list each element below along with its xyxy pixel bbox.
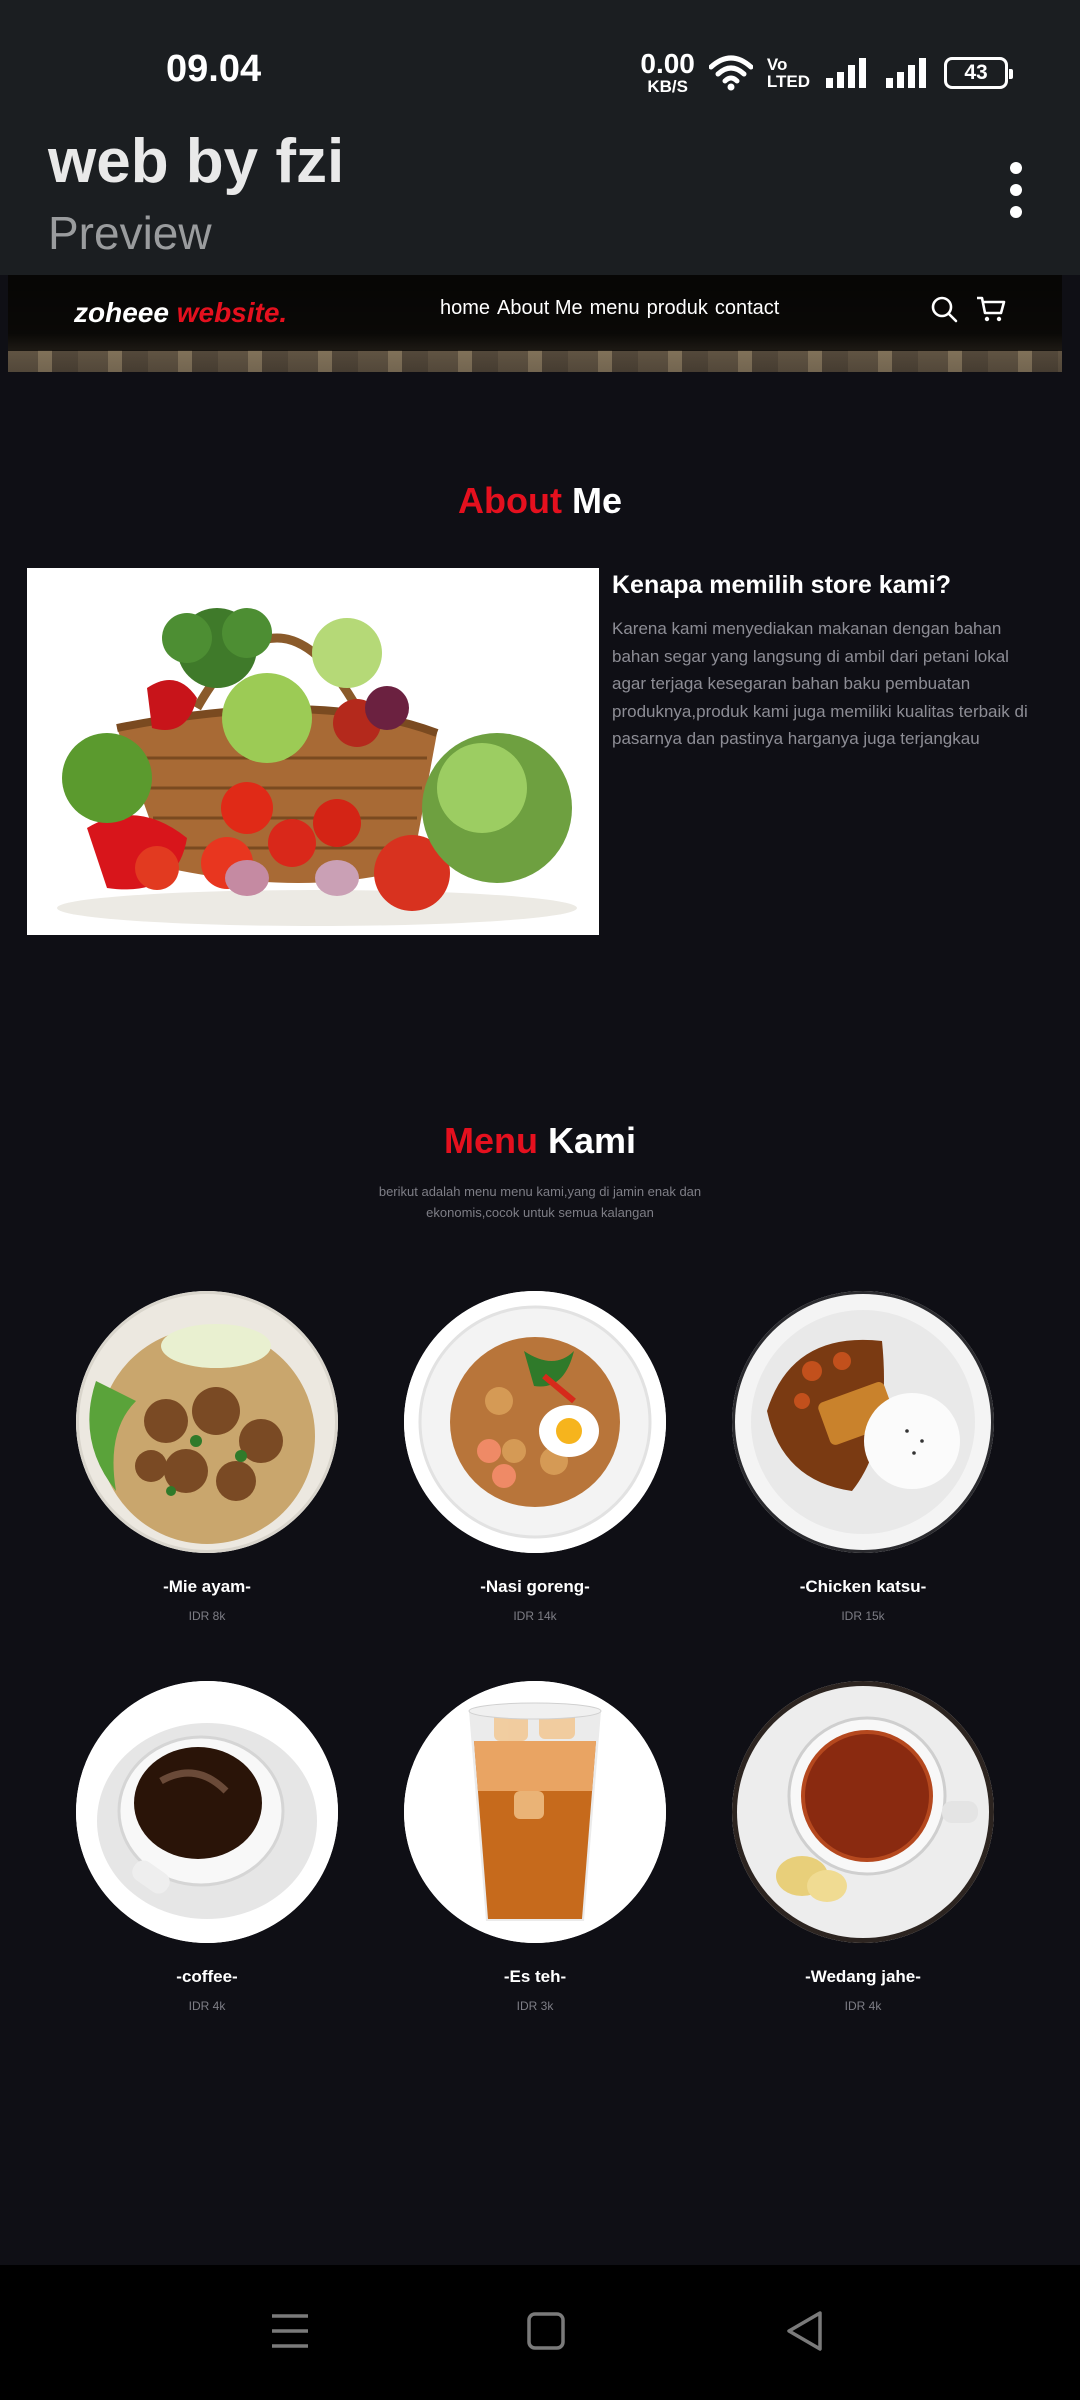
- es-teh-image: [404, 1681, 666, 1943]
- about-text: Karena kami menyediakan makanan dengan b…: [612, 619, 1028, 748]
- menu-item-price: IDR 4k: [844, 1999, 882, 2013]
- menu-item-price: IDR 4k: [188, 1999, 226, 2013]
- cart-icon[interactable]: [976, 295, 1006, 323]
- battery-indicator: 43: [944, 56, 1013, 89]
- mie-ayam-image: [76, 1291, 338, 1553]
- vegetable-basket-image: [27, 568, 599, 935]
- nav-link-menu[interactable]: menu: [590, 297, 640, 320]
- network-speed: 0.00 KB/S: [640, 48, 695, 96]
- menu-item-name: -Chicken katsu-: [799, 1577, 927, 1596]
- wifi-icon: [708, 55, 753, 90]
- app-header: 09.04 0.00 KB/S Vo LTED 43 web by fzi Pr…: [0, 0, 1080, 275]
- signal-icon: [826, 57, 866, 88]
- menu-item-name: -Wedang jahe-: [805, 1967, 921, 1986]
- menu-icon[interactable]: [270, 2308, 310, 2354]
- menu-item-name: -coffee-: [176, 1967, 238, 1986]
- app-subtitle: Preview: [48, 207, 212, 259]
- signal-icon-2: [886, 57, 926, 88]
- system-navigation-bar: [0, 2265, 1080, 2400]
- menu-item-chicken-katsu[interactable]: -Chicken katsu- IDR 15k: [732, 1291, 994, 1623]
- menu-item-wedang-jahe[interactable]: -Wedang jahe- IDR 4k: [732, 1681, 994, 2013]
- menu-item-price: IDR 8k: [188, 1609, 226, 1623]
- status-icons: 0.00 KB/S Vo LTED 43: [640, 48, 1013, 96]
- nav-links: home About Me menu produk contact: [440, 297, 779, 320]
- nasi-goreng-image: [404, 1291, 666, 1553]
- nav-link-contact[interactable]: contact: [715, 297, 779, 320]
- status-time: 09.04: [166, 48, 262, 90]
- home-icon[interactable]: [526, 2308, 566, 2354]
- site-logo[interactable]: zoheee website.: [74, 297, 287, 329]
- menu-item-mie-ayam[interactable]: -Mie ayam- IDR 8k: [76, 1291, 338, 1623]
- nav-icons: [930, 295, 1006, 323]
- app-title: web by fzi: [48, 127, 345, 196]
- web-page: zoheee website. home About Me menu produ…: [0, 275, 1080, 2265]
- nav-link-produk[interactable]: produk: [647, 297, 708, 320]
- wedang-jahe-image: [732, 1681, 994, 1943]
- coffee-image: [76, 1681, 338, 1943]
- menu-item-price: IDR 3k: [516, 1999, 554, 2013]
- menu-item-price: IDR 15k: [841, 1609, 885, 1623]
- about-heading: Kenapa memilih store kami?: [612, 571, 952, 599]
- menu-item-price: IDR 14k: [513, 1609, 557, 1623]
- back-icon[interactable]: [784, 2308, 824, 2354]
- menu-item-nasi-goreng[interactable]: -Nasi goreng- IDR 14k: [404, 1291, 666, 1623]
- chicken-katsu-image: [732, 1291, 994, 1553]
- menu-item-name: -Nasi goreng-: [480, 1577, 590, 1596]
- volte-indicator: Vo LTED: [766, 54, 810, 91]
- menu-description: berikut adalah menu menu kami,yang di ja…: [378, 1184, 702, 1220]
- menu-item-name: -Es teh-: [503, 1967, 567, 1986]
- nav-link-about[interactable]: About Me: [497, 297, 583, 320]
- menu-item-name: -Mie ayam-: [163, 1577, 251, 1596]
- menu-item-coffee[interactable]: -coffee- IDR 4k: [76, 1681, 338, 2013]
- about-title: About Me: [458, 480, 622, 521]
- nav-link-home[interactable]: home: [440, 297, 490, 320]
- menu-title: Menu Kami: [443, 1120, 637, 1161]
- search-icon[interactable]: [930, 295, 958, 323]
- more-options-icon[interactable]: [1002, 162, 1030, 218]
- menu-item-es-teh[interactable]: -Es teh- IDR 3k: [404, 1681, 666, 2013]
- site-navbar: zoheee website. home About Me menu produ…: [8, 275, 1062, 351]
